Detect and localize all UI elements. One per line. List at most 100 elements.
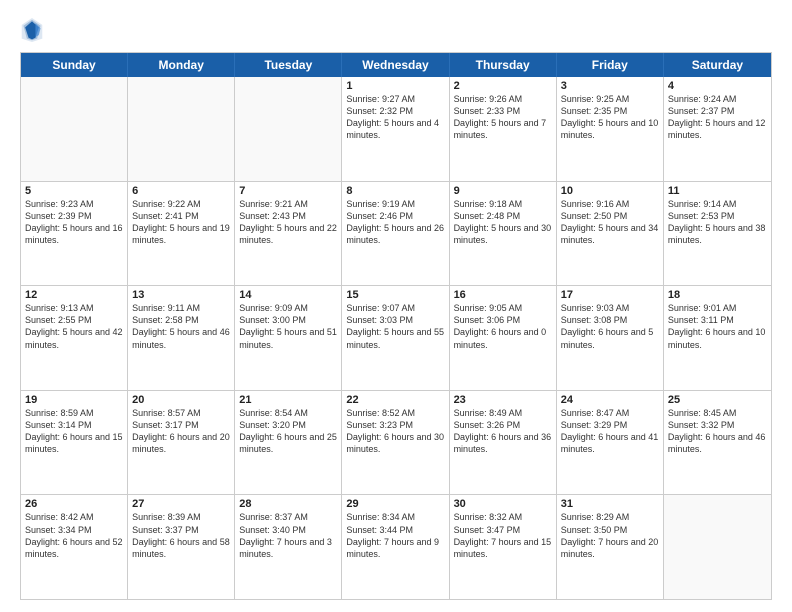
day-number: 21	[239, 394, 337, 406]
calendar-day-18: 18Sunrise: 9:01 AM Sunset: 3:11 PM Dayli…	[664, 286, 771, 390]
calendar-day-5: 5Sunrise: 9:23 AM Sunset: 2:39 PM Daylig…	[21, 182, 128, 286]
calendar-header-row: SundayMondayTuesdayWednesdayThursdayFrid…	[21, 53, 771, 77]
calendar-day-26: 26Sunrise: 8:42 AM Sunset: 3:34 PM Dayli…	[21, 495, 128, 599]
calendar-day-1: 1Sunrise: 9:27 AM Sunset: 2:32 PM Daylig…	[342, 77, 449, 181]
day-number: 14	[239, 289, 337, 301]
calendar-day-25: 25Sunrise: 8:45 AM Sunset: 3:32 PM Dayli…	[664, 391, 771, 495]
calendar-week-2: 5Sunrise: 9:23 AM Sunset: 2:39 PM Daylig…	[21, 182, 771, 287]
day-number: 1	[346, 80, 444, 92]
calendar-day-13: 13Sunrise: 9:11 AM Sunset: 2:58 PM Dayli…	[128, 286, 235, 390]
day-info: Sunrise: 9:21 AM Sunset: 2:43 PM Dayligh…	[239, 198, 337, 247]
day-info: Sunrise: 8:49 AM Sunset: 3:26 PM Dayligh…	[454, 407, 552, 456]
calendar-day-11: 11Sunrise: 9:14 AM Sunset: 2:53 PM Dayli…	[664, 182, 771, 286]
day-info: Sunrise: 8:32 AM Sunset: 3:47 PM Dayligh…	[454, 511, 552, 560]
calendar-day-29: 29Sunrise: 8:34 AM Sunset: 3:44 PM Dayli…	[342, 495, 449, 599]
calendar-day-2: 2Sunrise: 9:26 AM Sunset: 2:33 PM Daylig…	[450, 77, 557, 181]
day-info: Sunrise: 9:03 AM Sunset: 3:08 PM Dayligh…	[561, 302, 659, 351]
day-info: Sunrise: 9:19 AM Sunset: 2:46 PM Dayligh…	[346, 198, 444, 247]
day-number: 24	[561, 394, 659, 406]
day-number: 23	[454, 394, 552, 406]
calendar-day-6: 6Sunrise: 9:22 AM Sunset: 2:41 PM Daylig…	[128, 182, 235, 286]
calendar-day-16: 16Sunrise: 9:05 AM Sunset: 3:06 PM Dayli…	[450, 286, 557, 390]
calendar-week-5: 26Sunrise: 8:42 AM Sunset: 3:34 PM Dayli…	[21, 495, 771, 599]
header-day-saturday: Saturday	[664, 53, 771, 77]
day-info: Sunrise: 8:37 AM Sunset: 3:40 PM Dayligh…	[239, 511, 337, 560]
calendar-week-4: 19Sunrise: 8:59 AM Sunset: 3:14 PM Dayli…	[21, 391, 771, 496]
day-number: 27	[132, 498, 230, 510]
calendar-day-10: 10Sunrise: 9:16 AM Sunset: 2:50 PM Dayli…	[557, 182, 664, 286]
day-info: Sunrise: 8:59 AM Sunset: 3:14 PM Dayligh…	[25, 407, 123, 456]
day-info: Sunrise: 9:25 AM Sunset: 2:35 PM Dayligh…	[561, 93, 659, 142]
day-info: Sunrise: 8:52 AM Sunset: 3:23 PM Dayligh…	[346, 407, 444, 456]
day-number: 17	[561, 289, 659, 301]
logo	[20, 16, 48, 44]
calendar-day-4: 4Sunrise: 9:24 AM Sunset: 2:37 PM Daylig…	[664, 77, 771, 181]
calendar-day-empty-0-2	[235, 77, 342, 181]
calendar: SundayMondayTuesdayWednesdayThursdayFrid…	[20, 52, 772, 600]
calendar-day-22: 22Sunrise: 8:52 AM Sunset: 3:23 PM Dayli…	[342, 391, 449, 495]
day-info: Sunrise: 9:27 AM Sunset: 2:32 PM Dayligh…	[346, 93, 444, 142]
calendar-day-empty-4-6	[664, 495, 771, 599]
day-info: Sunrise: 8:47 AM Sunset: 3:29 PM Dayligh…	[561, 407, 659, 456]
header-day-friday: Friday	[557, 53, 664, 77]
calendar-day-empty-0-0	[21, 77, 128, 181]
calendar-day-8: 8Sunrise: 9:19 AM Sunset: 2:46 PM Daylig…	[342, 182, 449, 286]
header-day-wednesday: Wednesday	[342, 53, 449, 77]
header-day-thursday: Thursday	[450, 53, 557, 77]
logo-icon	[20, 16, 44, 44]
calendar-day-23: 23Sunrise: 8:49 AM Sunset: 3:26 PM Dayli…	[450, 391, 557, 495]
day-number: 22	[346, 394, 444, 406]
day-info: Sunrise: 8:34 AM Sunset: 3:44 PM Dayligh…	[346, 511, 444, 560]
day-number: 30	[454, 498, 552, 510]
day-info: Sunrise: 9:01 AM Sunset: 3:11 PM Dayligh…	[668, 302, 767, 351]
day-info: Sunrise: 8:54 AM Sunset: 3:20 PM Dayligh…	[239, 407, 337, 456]
day-info: Sunrise: 9:07 AM Sunset: 3:03 PM Dayligh…	[346, 302, 444, 351]
day-number: 29	[346, 498, 444, 510]
day-info: Sunrise: 8:39 AM Sunset: 3:37 PM Dayligh…	[132, 511, 230, 560]
day-info: Sunrise: 9:24 AM Sunset: 2:37 PM Dayligh…	[668, 93, 767, 142]
calendar-day-3: 3Sunrise: 9:25 AM Sunset: 2:35 PM Daylig…	[557, 77, 664, 181]
day-info: Sunrise: 9:14 AM Sunset: 2:53 PM Dayligh…	[668, 198, 767, 247]
calendar-day-9: 9Sunrise: 9:18 AM Sunset: 2:48 PM Daylig…	[450, 182, 557, 286]
day-number: 31	[561, 498, 659, 510]
day-number: 13	[132, 289, 230, 301]
day-info: Sunrise: 8:57 AM Sunset: 3:17 PM Dayligh…	[132, 407, 230, 456]
calendar-week-3: 12Sunrise: 9:13 AM Sunset: 2:55 PM Dayli…	[21, 286, 771, 391]
calendar-day-21: 21Sunrise: 8:54 AM Sunset: 3:20 PM Dayli…	[235, 391, 342, 495]
calendar-day-20: 20Sunrise: 8:57 AM Sunset: 3:17 PM Dayli…	[128, 391, 235, 495]
calendar-day-24: 24Sunrise: 8:47 AM Sunset: 3:29 PM Dayli…	[557, 391, 664, 495]
calendar-day-15: 15Sunrise: 9:07 AM Sunset: 3:03 PM Dayli…	[342, 286, 449, 390]
day-number: 25	[668, 394, 767, 406]
day-number: 6	[132, 185, 230, 197]
calendar-day-7: 7Sunrise: 9:21 AM Sunset: 2:43 PM Daylig…	[235, 182, 342, 286]
day-info: Sunrise: 9:05 AM Sunset: 3:06 PM Dayligh…	[454, 302, 552, 351]
calendar-day-19: 19Sunrise: 8:59 AM Sunset: 3:14 PM Dayli…	[21, 391, 128, 495]
day-number: 28	[239, 498, 337, 510]
day-number: 2	[454, 80, 552, 92]
header-day-tuesday: Tuesday	[235, 53, 342, 77]
day-info: Sunrise: 9:22 AM Sunset: 2:41 PM Dayligh…	[132, 198, 230, 247]
calendar-day-27: 27Sunrise: 8:39 AM Sunset: 3:37 PM Dayli…	[128, 495, 235, 599]
day-number: 19	[25, 394, 123, 406]
day-info: Sunrise: 8:45 AM Sunset: 3:32 PM Dayligh…	[668, 407, 767, 456]
header-day-sunday: Sunday	[21, 53, 128, 77]
day-number: 7	[239, 185, 337, 197]
day-number: 9	[454, 185, 552, 197]
day-number: 26	[25, 498, 123, 510]
calendar-week-1: 1Sunrise: 9:27 AM Sunset: 2:32 PM Daylig…	[21, 77, 771, 182]
day-number: 12	[25, 289, 123, 301]
day-info: Sunrise: 9:18 AM Sunset: 2:48 PM Dayligh…	[454, 198, 552, 247]
day-info: Sunrise: 9:16 AM Sunset: 2:50 PM Dayligh…	[561, 198, 659, 247]
day-info: Sunrise: 9:09 AM Sunset: 3:00 PM Dayligh…	[239, 302, 337, 351]
day-info: Sunrise: 8:29 AM Sunset: 3:50 PM Dayligh…	[561, 511, 659, 560]
calendar-day-12: 12Sunrise: 9:13 AM Sunset: 2:55 PM Dayli…	[21, 286, 128, 390]
day-number: 16	[454, 289, 552, 301]
day-number: 3	[561, 80, 659, 92]
day-number: 20	[132, 394, 230, 406]
day-info: Sunrise: 8:42 AM Sunset: 3:34 PM Dayligh…	[25, 511, 123, 560]
calendar-day-31: 31Sunrise: 8:29 AM Sunset: 3:50 PM Dayli…	[557, 495, 664, 599]
day-info: Sunrise: 9:26 AM Sunset: 2:33 PM Dayligh…	[454, 93, 552, 142]
calendar-day-14: 14Sunrise: 9:09 AM Sunset: 3:00 PM Dayli…	[235, 286, 342, 390]
calendar-day-17: 17Sunrise: 9:03 AM Sunset: 3:08 PM Dayli…	[557, 286, 664, 390]
day-number: 15	[346, 289, 444, 301]
